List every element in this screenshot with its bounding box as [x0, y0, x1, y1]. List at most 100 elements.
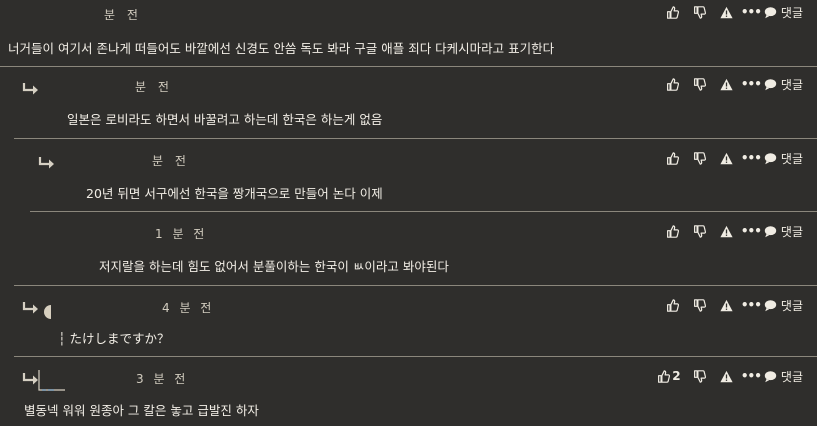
divider	[30, 211, 817, 212]
comment-time: 분 전	[135, 80, 173, 94]
reply-button[interactable]: 댓글	[764, 295, 803, 315]
comment-actions: ••• 댓글	[659, 74, 803, 94]
comment-header: 분 전 ••• 댓글	[0, 72, 817, 100]
comment-actions: ••• 댓글	[659, 295, 803, 315]
thumbs-up-icon	[666, 77, 679, 91]
reply-arrow-icon	[38, 157, 54, 169]
comment-actions: ••• 댓글	[659, 221, 803, 241]
comment-text: 일본은 로비라도 하면서 바꿀려고 하는데 한국은 하는게 없음	[67, 112, 383, 127]
comment-time: 분 전	[152, 154, 190, 168]
comment-time: 3 분 전	[136, 372, 189, 386]
comment-time: 1 분 전	[155, 227, 208, 241]
comment-header: 분 전 ••• 댓글	[0, 0, 817, 28]
thumbs-up-icon	[666, 5, 679, 19]
reply-label: 댓글	[780, 5, 803, 20]
thumbs-down-icon	[693, 224, 706, 238]
comment-header: 분 전 ••• 댓글	[14, 146, 817, 174]
speech-bubble-icon	[764, 370, 777, 382]
like-button[interactable]	[659, 221, 686, 241]
dislike-button[interactable]	[686, 148, 713, 168]
dislike-button[interactable]	[686, 295, 713, 315]
reply-button[interactable]: 댓글	[764, 74, 803, 94]
like-button[interactable]	[659, 2, 686, 22]
thumbs-down-icon	[693, 5, 706, 19]
more-button[interactable]: •••	[740, 148, 762, 168]
comment-actions: ••• 댓글	[659, 2, 803, 22]
warning-icon	[720, 225, 733, 237]
thumbs-down-icon	[693, 77, 706, 91]
thumbs-up-icon	[658, 369, 671, 383]
reply-button[interactable]: 댓글	[764, 148, 803, 168]
like-button[interactable]: 2	[652, 366, 686, 386]
more-button[interactable]: •••	[740, 221, 762, 241]
speech-bubble-icon	[764, 299, 777, 311]
reply-button[interactable]: 댓글	[764, 2, 803, 22]
report-button[interactable]	[713, 366, 740, 386]
like-count: 2	[672, 369, 681, 383]
report-button[interactable]	[713, 74, 740, 94]
dislike-button[interactable]	[686, 2, 713, 22]
comment-text: 너거들이 여기서 존나게 떠들어도 바깥에선 신경도 안씀 독도 봐라 구글 애…	[8, 41, 555, 56]
reply-arrow-icon	[22, 83, 38, 95]
reply-button[interactable]: 댓글	[764, 366, 803, 386]
comment: 3 분 전 2 ••• 댓글 별동넥 워워 원종아 그 칼은 놓고 급발진 하자	[14, 356, 817, 426]
thumbs-down-icon	[693, 298, 706, 312]
comment-text: 별동넥 워워 원종아 그 칼은 놓고 급발진 하자	[24, 403, 259, 418]
warning-icon	[720, 6, 733, 18]
speech-bubble-icon	[764, 78, 777, 90]
report-button[interactable]	[713, 295, 740, 315]
reply-label: 댓글	[780, 151, 803, 166]
comment-text: 20년 뒤면 서구에선 한국을 짱개국으로 만들어 논다 이제	[86, 186, 383, 201]
report-button[interactable]	[713, 2, 740, 22]
warning-icon	[720, 152, 733, 164]
reply-button[interactable]: 댓글	[764, 221, 803, 241]
more-button[interactable]: •••	[740, 2, 762, 22]
reply-label: 댓글	[780, 298, 803, 313]
more-button[interactable]: •••	[740, 366, 762, 386]
comment: 분 전 ••• 댓글 일본은 로비라도 하면서 바꿀려고 하는데 한국은 하는게…	[0, 66, 817, 138]
comment-header: 3 분 전 2 ••• 댓글	[14, 364, 817, 392]
comment: 분 전 ••• 댓글 20년 뒤면 서구에선 한국을 짱개국으로 만들어 논다 …	[14, 138, 817, 211]
comment-time: 4 분 전	[162, 301, 215, 315]
like-button[interactable]	[659, 148, 686, 168]
warning-icon	[720, 299, 733, 311]
comment-text: 저지랄을 하는데 힘도 없어서 분풀이하는 한국이 ㅄ이라고 봐야된다	[99, 259, 449, 274]
dislike-button[interactable]	[686, 221, 713, 241]
comment-text: ┆ たけしまですか？	[58, 331, 170, 346]
comment-time: 분 전	[104, 8, 142, 22]
comment-header: 4 분 전 ••• 댓글	[14, 293, 817, 321]
thumbs-down-icon	[693, 151, 706, 165]
comment: 4 분 전 ••• 댓글 ┆ たけしまですか？	[14, 285, 817, 356]
report-button[interactable]	[713, 148, 740, 168]
divider	[14, 138, 817, 139]
thumbs-up-icon	[666, 224, 679, 238]
dislike-button[interactable]	[686, 366, 713, 386]
reply-label: 댓글	[780, 224, 803, 239]
warning-icon	[720, 370, 733, 382]
comment-thread: 분 전 ••• 댓글 너거들이 여기서 존나게 떠들어도 바깥에선 신경도 안씀…	[0, 0, 817, 426]
divider	[14, 356, 817, 357]
divider	[0, 66, 817, 67]
comment-actions: ••• 댓글	[659, 148, 803, 168]
comment: 1 분 전 ••• 댓글 저지랄을 하는데 힘도 없어서 분풀이하는 한국이 ㅄ…	[30, 211, 817, 285]
divider	[14, 285, 817, 286]
comment-header: 1 분 전 ••• 댓글	[30, 219, 817, 247]
avatar	[38, 370, 65, 391]
report-button[interactable]	[713, 221, 740, 241]
reply-arrow-icon	[22, 302, 38, 314]
more-button[interactable]: •••	[740, 295, 762, 315]
speech-bubble-icon	[764, 6, 777, 18]
like-button[interactable]	[659, 74, 686, 94]
more-button[interactable]: •••	[740, 74, 762, 94]
thumbs-up-icon	[666, 298, 679, 312]
comment: 분 전 ••• 댓글 너거들이 여기서 존나게 떠들어도 바깥에선 신경도 안씀…	[0, 0, 817, 66]
reply-label: 댓글	[780, 369, 803, 384]
comment-actions: 2 ••• 댓글	[652, 366, 803, 386]
thumbs-up-icon	[666, 151, 679, 165]
warning-icon	[720, 78, 733, 90]
thumbs-down-icon	[693, 369, 706, 383]
like-button[interactable]	[659, 295, 686, 315]
speech-bubble-icon	[764, 225, 777, 237]
dislike-button[interactable]	[686, 74, 713, 94]
speech-bubble-icon	[764, 152, 777, 164]
